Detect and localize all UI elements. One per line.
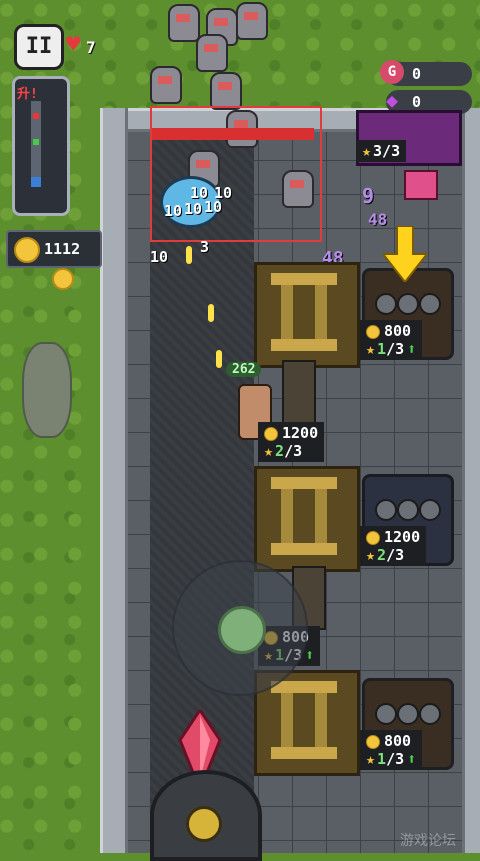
projectile (186, 246, 192, 264)
upgrade-arrow-icon: ⬆ (407, 340, 417, 358)
damage-number: 10 (150, 248, 169, 266)
wall-left (100, 108, 128, 853)
enemy[interactable] (150, 66, 182, 104)
g-currency-counter: G 0 (380, 60, 472, 86)
enemy[interactable] (210, 72, 242, 110)
damage-number: 10 (204, 198, 223, 216)
gate-progress: ★ 3/3 (356, 140, 407, 162)
coin-icon (366, 530, 380, 545)
target-hp-bar (152, 128, 314, 140)
upgrade-arrow-icon: ⬆ (305, 646, 315, 664)
upgrade-arrow-icon: ⬆ (407, 750, 417, 768)
lives-count: 7 (86, 38, 96, 57)
floating-number: 9 (362, 184, 375, 208)
damage-number: 10 (184, 200, 203, 218)
gold-tower[interactable] (254, 466, 360, 572)
gun-turret[interactable] (282, 360, 316, 424)
joystick-knob[interactable] (218, 606, 266, 654)
enemy[interactable] (196, 34, 228, 72)
gold-amount: 1112 (44, 240, 81, 258)
target-selection-box (150, 106, 322, 242)
damage-number: 3 (200, 238, 210, 256)
slot-c-cost: 800 ★ 1/3 ⬆ (360, 730, 423, 770)
minimap-alert-label: 升! (17, 87, 38, 102)
dropped-coin-icon[interactable] (52, 268, 74, 290)
gold-tower[interactable] (254, 262, 360, 368)
slot-b-cost: 1200 ★ 2/3 (360, 526, 427, 566)
gold-counter: 1112 (6, 230, 102, 268)
coin-icon (264, 426, 278, 441)
enemy[interactable] (236, 2, 268, 40)
g-currency-icon: G (380, 60, 404, 84)
base-core-center (186, 806, 222, 842)
gold-coin-icon (14, 237, 40, 263)
minimap[interactable]: 升! (12, 76, 70, 216)
pause-button[interactable]: II (14, 24, 64, 70)
minimap-hero-marker (33, 139, 39, 145)
gem-icon: ◆ (385, 88, 399, 112)
heart-icon: ♥ (66, 30, 81, 58)
stone-decoration (22, 342, 72, 438)
coin-icon (366, 324, 380, 339)
g-currency-amount: 0 (412, 65, 422, 83)
enemy[interactable] (168, 4, 200, 42)
minimap-base-marker (31, 177, 41, 187)
minimap-enemy-marker (33, 113, 39, 119)
watermark: 游戏论坛 (400, 833, 456, 849)
hero-hp-badge: 262 (226, 362, 262, 377)
slot-a-cost: 800 ★ 1/3 ⬆ (360, 320, 423, 360)
damage-number: 10 (164, 202, 183, 220)
projectile (216, 350, 222, 368)
coin-icon (366, 734, 380, 749)
tower-cost-label: 1200 ★ 2/3 (258, 422, 325, 462)
pointer-arrow-icon (383, 226, 427, 282)
gate-building-icon (404, 170, 438, 200)
projectile (208, 304, 214, 322)
gem-amount: 0 (412, 93, 422, 111)
wall-right (462, 108, 480, 853)
